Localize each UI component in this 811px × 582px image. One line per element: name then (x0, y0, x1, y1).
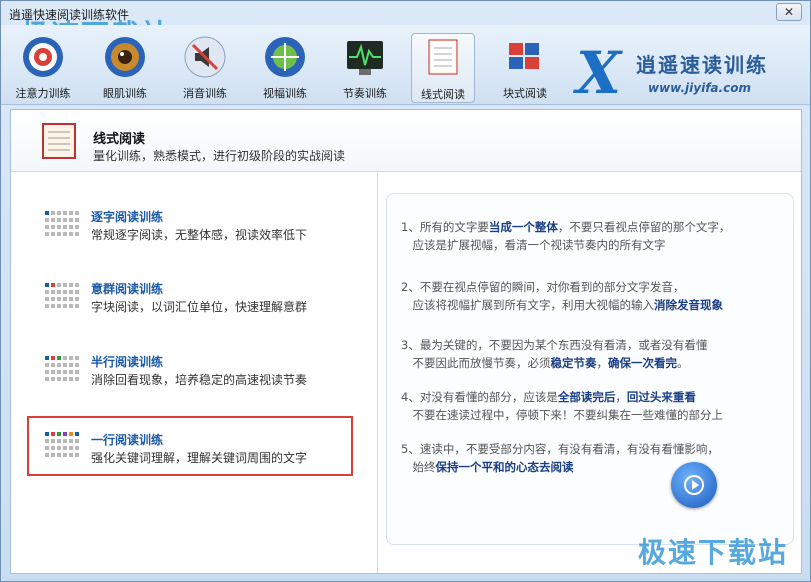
mode-list: 逐字阅读训练 常规逐字阅读，无整体感，视读效率低下 意群阅读训练 字块阅读，以词… (11, 173, 375, 573)
rhythm-monitor-icon (343, 35, 387, 79)
blocks-icon (503, 35, 547, 79)
start-button[interactable] (671, 462, 717, 508)
mode-item-word[interactable]: 逐字阅读训练 常规逐字阅读，无整体感，视读效率低下 (27, 193, 353, 253)
page-title: 线式阅读 (93, 132, 146, 147)
tool-attention[interactable]: 注意力训练 (11, 33, 75, 103)
mode-name: 一行阅读训练 (91, 433, 164, 447)
book-icon (39, 122, 79, 160)
section-header: 线式阅读 量化训练，熟悉模式，进行初级阶段的实战阅读 (11, 110, 801, 172)
tip-3: 3、最为关键的，不要因为某个东西没有看清，或者没有看懂 不要因此而放慢节奏，必须… (401, 338, 708, 370)
mode-item-half-line[interactable]: 半行阅读训练 消除回看现象，培养稳定的高速视读节奏 (27, 338, 353, 398)
mode-desc: 强化关键词理解，理解关键词周围的文字 (91, 451, 308, 465)
mute-icon (183, 35, 227, 79)
toolbar: 注意力训练 眼肌训练 消音训练 视幅训练 节奏训练 线式阅读 块式阅读 X 逍遥… (1, 25, 810, 107)
target-icon (21, 35, 65, 79)
tool-block-reading[interactable]: 块式阅读 (493, 33, 557, 103)
watermark: 极速下载站 (637, 536, 788, 569)
tool-label: 消音训练 (183, 87, 227, 100)
close-button[interactable]: ✕ (776, 3, 802, 21)
tool-line-reading[interactable]: 线式阅读 (411, 33, 475, 103)
dot-grid-icon (45, 211, 79, 236)
mode-item-phrase[interactable]: 意群阅读训练 字块阅读，以词汇位单位，快速理解意群 (27, 265, 353, 325)
tips-panel: 1、所有的文字要当成一个整体，不要只看视点停留的那个文字， 应该是扩展视幅，看清… (386, 193, 794, 545)
mode-item-full-line[interactable]: 一行阅读训练 强化关键词理解，理解关键词周围的文字 (27, 416, 353, 476)
dot-grid-icon (45, 283, 79, 308)
mode-name: 意群阅读训练 (91, 282, 164, 296)
page-subtitle: 量化训练，熟悉模式，进行初级阶段的实战阅读 (93, 149, 346, 163)
expand-icon (263, 35, 307, 79)
brand-x-logo: X (576, 39, 622, 107)
tool-label: 节奏训练 (343, 87, 387, 100)
play-arrow-icon (684, 475, 704, 495)
dot-grid-icon (45, 432, 79, 457)
tip-2: 2、不要在视点停留的瞬间，对你看到的部分文字发音， 应该将视幅扩展到所有文字，利… (401, 280, 723, 312)
tool-eye[interactable]: 眼肌训练 (93, 33, 157, 103)
tool-label: 线式阅读 (421, 88, 465, 101)
tool-label: 视幅训练 (263, 87, 307, 100)
mode-desc: 消除回看现象，培养稳定的高速视读节奏 (91, 373, 308, 387)
app-window: 逍遥快速阅读训练软件 ✕ 极速下载站 注意力训练 眼肌训练 消音训练 视 (0, 0, 811, 582)
tool-rhythm[interactable]: 节奏训练 (333, 33, 397, 103)
dot-grid-icon (45, 356, 79, 381)
book-icon (421, 36, 465, 80)
tip-5: 5、速读中，不要受部分内容，有没有看清，有没有看懂影响， 始终保持一个平和的心态… (401, 442, 719, 474)
tip-4: 4、对没有看懂的部分，应该是全部读完后，回过头来重看 不要在速读过程中，停顿下来… (401, 390, 723, 422)
mode-name: 半行阅读训练 (91, 355, 164, 369)
eye-icon (103, 35, 147, 79)
tool-label: 眼肌训练 (103, 87, 147, 100)
tool-vision-span[interactable]: 视幅训练 (253, 33, 317, 103)
mode-name: 逐字阅读训练 (91, 210, 164, 224)
tool-label: 块式阅读 (503, 87, 547, 100)
brand-name: 逍遥速读训练 (636, 53, 768, 77)
tool-mute[interactable]: 消音训练 (173, 33, 237, 103)
main-content: 线式阅读 量化训练，熟悉模式，进行初级阶段的实战阅读 逐字阅读训练 常规逐字阅读… (10, 109, 802, 574)
tip-1: 1、所有的文字要当成一个整体，不要只看视点停留的那个文字， 应该是扩展视幅，看清… (401, 220, 731, 252)
tips-area: 1、所有的文字要当成一个整体，不要只看视点停留的那个文字， 应该是扩展视幅，看清… (377, 173, 801, 573)
tool-label: 注意力训练 (15, 87, 71, 100)
mode-desc: 字块阅读，以词汇位单位，快速理解意群 (91, 300, 308, 314)
brand-url: www.jiyifa.com (648, 81, 751, 95)
brand-logo: X 逍遥速读训练 www.jiyifa.com (576, 39, 801, 109)
mode-desc: 常规逐字阅读，无整体感，视读效率低下 (91, 228, 308, 242)
